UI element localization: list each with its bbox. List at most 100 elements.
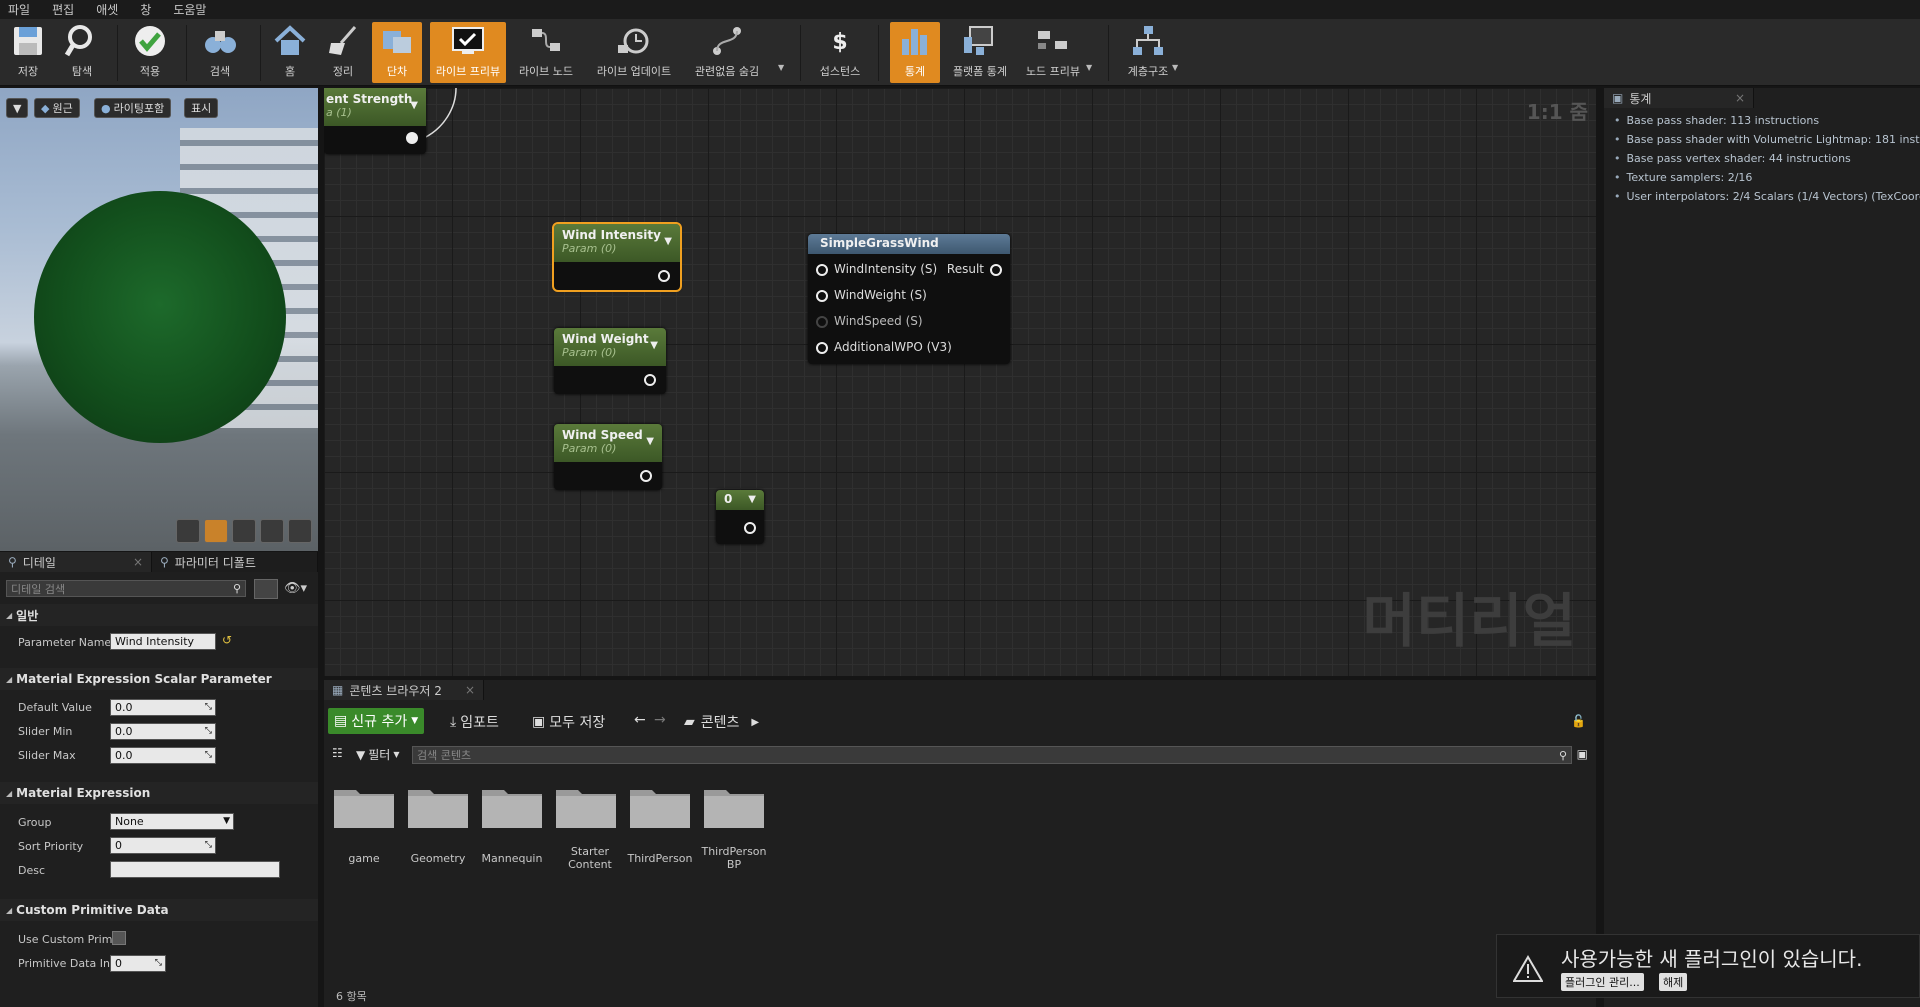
preview-cylinder-button[interactable] [176,519,200,543]
path-content[interactable]: ▰ 콘텐츠 ▶ [684,712,759,732]
manage-plugins-button[interactable]: 플러그인 관리... [1561,973,1644,991]
param-name-input[interactable]: Wind Intensity [110,633,216,650]
input-pin[interactable] [816,264,828,276]
preview-mesh-button[interactable] [288,519,312,543]
live-preview-button[interactable]: 라이브 프리뷰 [430,22,506,83]
input-pin[interactable] [816,290,828,302]
tab-parameter-defaults[interactable]: ⚲ 파라미터 디폴트 [152,552,318,572]
menu-window[interactable]: 창 [140,1,151,18]
hierarchy-dropdown-icon[interactable]: ▼ [1172,63,1178,72]
hide-unrelated-button[interactable]: 관련없음 숨김 [686,22,768,83]
folder-icon[interactable] [408,784,468,828]
preview-viewport[interactable]: Z [0,88,318,551]
folder-icon[interactable] [630,784,690,828]
section-custom-primitive-data[interactable]: Custom Primitive Data [0,899,318,921]
save-all-button[interactable]: ▣ 모두 저장 [532,712,605,732]
input-pin[interactable] [816,316,828,328]
hierarchy-button[interactable]: 계층구조 [1118,22,1178,83]
save-search-icon[interactable]: ▣ [1577,747,1588,761]
node-partial-strength[interactable]: ent Strength a (1) ▼ [324,88,426,154]
viewport-options-button[interactable]: ▼ [6,98,28,118]
menu-edit[interactable]: 편집 [52,1,74,18]
save-button[interactable]: 저장 [6,22,50,83]
node-wind-weight[interactable]: Wind Weight Param (0) ▼ [554,328,666,394]
group-combo[interactable]: None ▼ [110,813,234,830]
close-icon[interactable]: × [465,683,475,697]
tab-details[interactable]: ⚲ 디테일 × [0,552,152,572]
folder-name[interactable]: ThirdPerson BP [694,845,774,871]
preview-plane-button[interactable] [232,519,256,543]
output-pin[interactable] [644,374,656,386]
section-general[interactable]: 일반 [0,604,318,626]
node-preview-dropdown-icon[interactable]: ▼ [1086,63,1092,72]
folder-name[interactable]: Geometry [398,852,478,865]
chevron-down-icon[interactable]: ▼ [664,236,672,247]
browse-button[interactable]: 탐색 [58,22,106,83]
node-wind-speed[interactable]: Wind Speed Param (0) ▼ [554,424,662,490]
output-pin[interactable] [744,522,756,534]
slider-min-input[interactable]: 0.0 ⤡ [110,723,216,740]
hide-unrelated-dropdown-icon[interactable]: ▼ [778,63,784,72]
menu-file[interactable]: 파일 [8,1,30,18]
home-button[interactable]: 홈 [270,22,310,83]
folder-icon[interactable] [556,784,616,828]
default-value-input[interactable]: 0.0 ⤡ [110,699,216,716]
filter-button[interactable]: ▼ 필터 ▼ [356,746,399,763]
history-back-icon[interactable]: ← [634,712,646,728]
chevron-down-icon[interactable]: ▼ [650,340,658,351]
show-button[interactable]: 표시 [184,98,219,118]
output-pin[interactable] [658,270,670,282]
instance-button[interactable]: $ 섭스턴스 [812,22,868,83]
stats-button[interactable]: 통계 [890,22,940,83]
chevron-down-icon[interactable]: ▼ [748,494,756,505]
chevron-down-icon[interactable]: ▼ [410,100,418,111]
section-material-expression[interactable]: Material Expression [0,782,318,804]
node-simple-grass-wind[interactable]: SimpleGrassWind WindIntensity (S) Result… [808,234,1010,364]
live-update-button[interactable]: 라이브 업데이트 [590,22,678,83]
grid-view-icon[interactable] [254,579,278,599]
clean-button[interactable]: 정리 [322,22,364,83]
output-pin[interactable] [640,470,652,482]
content-search-input[interactable]: 검색 콘텐츠 ⚲ [412,746,1572,764]
tab-stats[interactable]: ▣ 통계 × [1604,88,1754,108]
use-custom-checkbox[interactable] [112,931,126,945]
eye-icon[interactable]: 👁▾ [284,581,307,596]
folder-icon[interactable] [482,784,542,828]
perspective-button[interactable]: ◆ 원근 [34,98,80,118]
node-wind-intensity[interactable]: Wind Intensity Param (0) ▼ [552,222,682,292]
output-pin[interactable] [406,132,418,144]
import-button[interactable]: ⤓ 임포트 [450,712,499,732]
input-pin[interactable] [816,342,828,354]
lock-icon[interactable]: 🔓 [1571,714,1586,728]
folder-name[interactable]: Mannequin [472,852,552,865]
search-button[interactable]: 검색 [196,22,244,83]
desc-input[interactable] [110,861,280,878]
slider-max-input[interactable]: 0.0 ⤡ [110,747,216,764]
dismiss-button[interactable]: 해제 [1659,973,1688,991]
preview-cube-button[interactable] [260,519,284,543]
apply-button[interactable]: 적용 [128,22,172,83]
section-scalar-parameter[interactable]: Material Expression Scalar Parameter [0,668,318,690]
sort-priority-input[interactable]: 0 ⤡ [110,837,216,854]
lit-mode-button[interactable]: ● 라이팅포함 [94,98,172,118]
menu-help[interactable]: 도움말 [173,1,206,18]
folder-name[interactable]: ThirdPerson [620,852,700,865]
output-pin[interactable] [990,264,1002,276]
node-constant-zero[interactable]: 0 ▼ [716,490,764,544]
material-graph[interactable]: 1:1 줌 머티리얼 ent Strength a (1) ▼ Wind Inte… [324,88,1596,676]
flatten-button[interactable]: 단차 [372,22,422,83]
menu-asset[interactable]: 애셋 [96,1,118,18]
folder-icon[interactable] [704,784,764,828]
reset-icon[interactable]: ↺ [222,633,232,647]
folder-name[interactable]: Starter Content [562,845,618,871]
node-preview-button[interactable]: 노드 프리뷰 [1020,22,1086,83]
add-new-button[interactable]: ▤ 신규 추가 ▼ [328,708,425,734]
sources-toggle-icon[interactable]: ☷ [332,746,343,760]
details-search-input[interactable]: 디테일 검색 ⚲ [6,580,246,597]
folder-icon[interactable] [334,784,394,828]
preview-sphere-button[interactable] [204,519,228,543]
primitive-data-index-input[interactable]: 0 ⤡ [110,955,166,972]
platform-stats-button[interactable]: 플랫폼 통계 [948,22,1012,83]
folder-name[interactable]: game [324,852,404,865]
tab-content-browser[interactable]: ▦ 콘텐츠 브라우저 2 × [324,680,484,700]
